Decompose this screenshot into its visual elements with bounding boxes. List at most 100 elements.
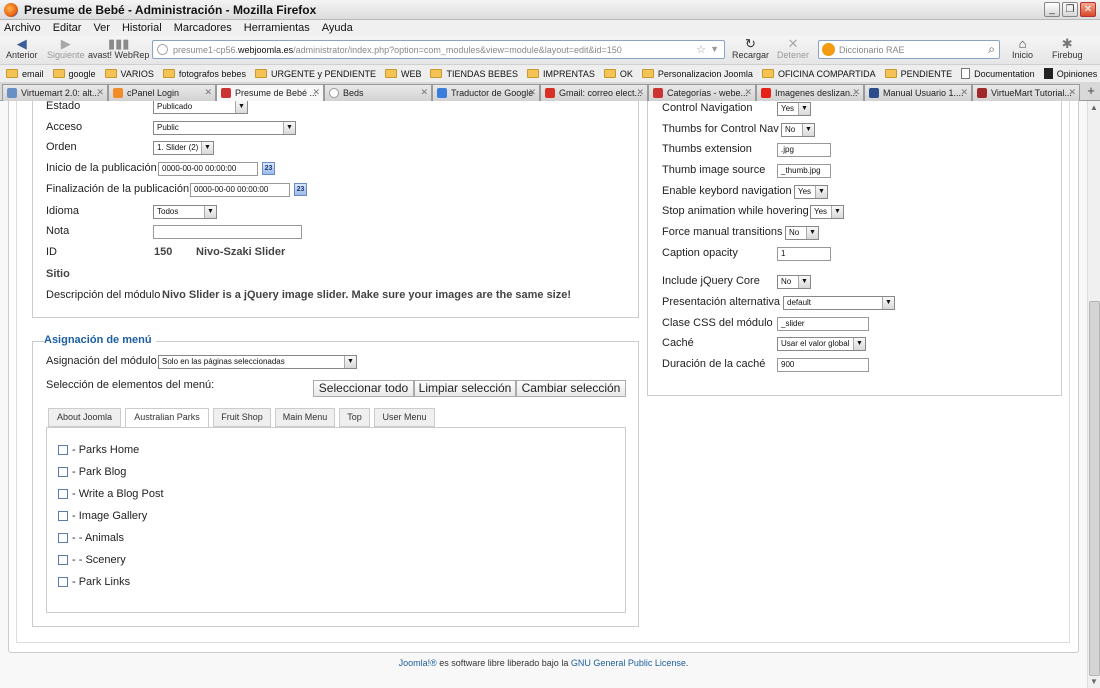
close-window-button[interactable]: ✕ [1080, 2, 1096, 17]
close-tab-icon[interactable]: ✕ [744, 87, 752, 98]
bookmark-urgente[interactable]: URGENTE y PENDIENTE [254, 69, 376, 79]
calendar-icon[interactable]: 23 [262, 162, 275, 175]
idioma-select[interactable]: Todos ▼ [153, 205, 217, 219]
thumbs-control-nav-select[interactable]: No ▼ [781, 123, 815, 137]
restore-button[interactable]: ❐ [1062, 2, 1078, 17]
menu-ayuda[interactable]: Ayuda [322, 22, 353, 34]
scroll-up-icon[interactable]: ▲ [1090, 103, 1098, 112]
checkbox[interactable] [58, 533, 68, 543]
close-tab-icon[interactable]: ✕ [1068, 87, 1076, 98]
menu-marcadores[interactable]: Marcadores [174, 22, 232, 34]
calendar-icon[interactable]: 23 [294, 183, 307, 196]
browser-tab-virtuemart[interactable]: Virtuemart 2.0: alt... ✕ [2, 84, 108, 101]
close-tab-icon[interactable]: ✕ [528, 87, 536, 98]
checkbox[interactable] [58, 555, 68, 565]
scrollbar-thumb[interactable] [1089, 301, 1100, 676]
search-icon[interactable]: ⌕ [988, 42, 995, 57]
caption-opacity-input[interactable]: 1 [777, 247, 831, 261]
tab-user-menu[interactable]: User Menu [374, 408, 435, 427]
joomla-link[interactable]: Joomla!® [399, 658, 437, 668]
menu-item-write-blog-post[interactable]: - Write a Blog Post [58, 488, 164, 500]
new-tab-button[interactable]: + [1084, 84, 1098, 100]
browser-tab-manual[interactable]: Manual Usuario 1.... ✕ [864, 84, 972, 101]
bookmark-oficina[interactable]: OFICINA COMPARTIDA [761, 69, 876, 79]
browser-tab-imagenes[interactable]: Imagenes deslizan... ✕ [756, 84, 864, 101]
clear-selection-button[interactable]: Limpiar selección [414, 380, 516, 397]
minimize-button[interactable]: _ [1044, 2, 1060, 17]
select-all-button[interactable]: Seleccionar todo [313, 380, 414, 397]
stop-hover-select[interactable]: Yes ▼ [810, 205, 844, 219]
close-tab-icon[interactable]: ✕ [420, 87, 428, 98]
bookmark-imprentas[interactable]: IMPRENTAS [527, 69, 595, 79]
checkbox[interactable] [58, 577, 68, 587]
bookmark-email[interactable]: email [6, 69, 44, 79]
checkbox[interactable] [58, 489, 68, 499]
search-bar[interactable]: Diccionario RAE ⌕ [818, 40, 1000, 59]
acceso-select[interactable]: Public ▼ [153, 121, 296, 135]
force-manual-select[interactable]: No ▼ [785, 226, 819, 240]
stop-button[interactable]: ✕ Detener [777, 37, 809, 60]
search-engine-icon[interactable] [822, 43, 835, 56]
browser-tab-cpanel[interactable]: cPanel Login ✕ [108, 84, 216, 101]
star-icon[interactable]: ☆ [696, 43, 706, 56]
tab-fruit-shop[interactable]: Fruit Shop [213, 408, 271, 427]
bookmark-google[interactable]: google [52, 69, 96, 79]
menu-archivo[interactable]: Archivo [4, 22, 41, 34]
menu-item-animals[interactable]: - - Animals [58, 532, 124, 544]
alt-layout-select[interactable]: default ▼ [783, 296, 895, 310]
forward-button[interactable]: ▶ Siguiente [47, 37, 85, 60]
avast-webrep-button[interactable]: ▮▮▮ avast! WebRep [88, 37, 149, 60]
checkbox[interactable] [58, 511, 68, 521]
close-tab-icon[interactable]: ✕ [852, 87, 860, 98]
home-button[interactable]: ⌂ Inicio [1012, 37, 1033, 60]
module-assignment-select[interactable]: Solo en las páginas seleccionadas ▼ [158, 355, 357, 369]
menu-item-park-links[interactable]: - Park Links [58, 576, 130, 588]
jquery-core-select[interactable]: No ▼ [777, 275, 811, 289]
inicio-publicacion-input[interactable]: 0000-00-00 00:00:00 [158, 162, 258, 176]
gpl-license-link[interactable]: GNU General Public License [571, 658, 686, 668]
menu-item-parks-home[interactable]: - Parks Home [58, 444, 139, 456]
close-tab-icon[interactable]: ✕ [636, 87, 644, 98]
estado-select[interactable]: Publicado ▼ [153, 101, 248, 114]
cache-time-input[interactable]: 900 [777, 358, 869, 372]
firebug-button[interactable]: ✱ Firebug [1052, 37, 1083, 60]
toggle-selection-button[interactable]: Cambiar selección [516, 380, 626, 397]
thumbs-extension-input[interactable]: .jpg [777, 143, 831, 157]
browser-tab-traductor[interactable]: Traductor de Google ✕ [432, 84, 540, 101]
reload-button[interactable]: ↻ Recargar [732, 37, 769, 60]
scroll-down-icon[interactable]: ▼ [1090, 677, 1098, 686]
bookmark-pendiente[interactable]: PENDIENTE [884, 69, 952, 79]
orden-select[interactable]: 1. Slider (2) ▼ [153, 141, 214, 155]
bookmark-personalizacion[interactable]: Personalizacion Joomla [641, 69, 753, 79]
module-css-input[interactable]: _slider [777, 317, 869, 331]
cache-select[interactable]: Usar el valor global ▼ [777, 337, 866, 351]
bookmark-tiendas[interactable]: TIENDAS BEBES [430, 69, 518, 79]
menu-editar[interactable]: Editar [53, 22, 82, 34]
close-tab-icon[interactable]: ✕ [960, 87, 968, 98]
bookmark-ok[interactable]: OK [603, 69, 633, 79]
tab-australian-parks[interactable]: Australian Parks [125, 408, 209, 428]
tab-main-menu[interactable]: Main Menu [275, 408, 335, 427]
menu-historial[interactable]: Historial [122, 22, 162, 34]
bookmark-opiniones[interactable]: Opiniones del sector e... [1043, 68, 1100, 79]
menu-item-park-blog[interactable]: - Park Blog [58, 466, 126, 478]
close-tab-icon[interactable]: ✕ [96, 87, 104, 98]
fin-publicacion-input[interactable]: 0000-00-00 00:00:00 [190, 183, 290, 197]
browser-tab-beds[interactable]: Beds ✕ [324, 84, 432, 101]
browser-tab-gmail[interactable]: Gmail: correo elect... ✕ [540, 84, 648, 101]
chevron-down-icon[interactable]: ▼ [710, 44, 719, 54]
thumb-source-input[interactable]: _thumb.jpg [777, 164, 831, 178]
bookmark-fotografos[interactable]: fotografos bebes [162, 69, 246, 79]
menu-item-scenery[interactable]: - - Scenery [58, 554, 126, 566]
tab-top[interactable]: Top [339, 408, 370, 427]
menu-herramientas[interactable]: Herramientas [244, 22, 310, 34]
menu-item-image-gallery[interactable]: - Image Gallery [58, 510, 147, 522]
close-tab-icon[interactable]: ✕ [312, 87, 320, 98]
page-scrollbar[interactable]: ▲ ▼ [1087, 101, 1100, 688]
bookmark-varios[interactable]: VARIOS [104, 69, 154, 79]
url-bar[interactable]: presume1-cp56. webjoomla.es /administrat… [152, 40, 725, 59]
browser-tab-presume[interactable]: Presume de Bebé ... ✕ [216, 84, 324, 101]
tab-about-joomla[interactable]: About Joomla [48, 408, 121, 427]
keyboard-nav-select[interactable]: Yes ▼ [794, 185, 828, 199]
menu-ver[interactable]: Ver [93, 22, 110, 34]
